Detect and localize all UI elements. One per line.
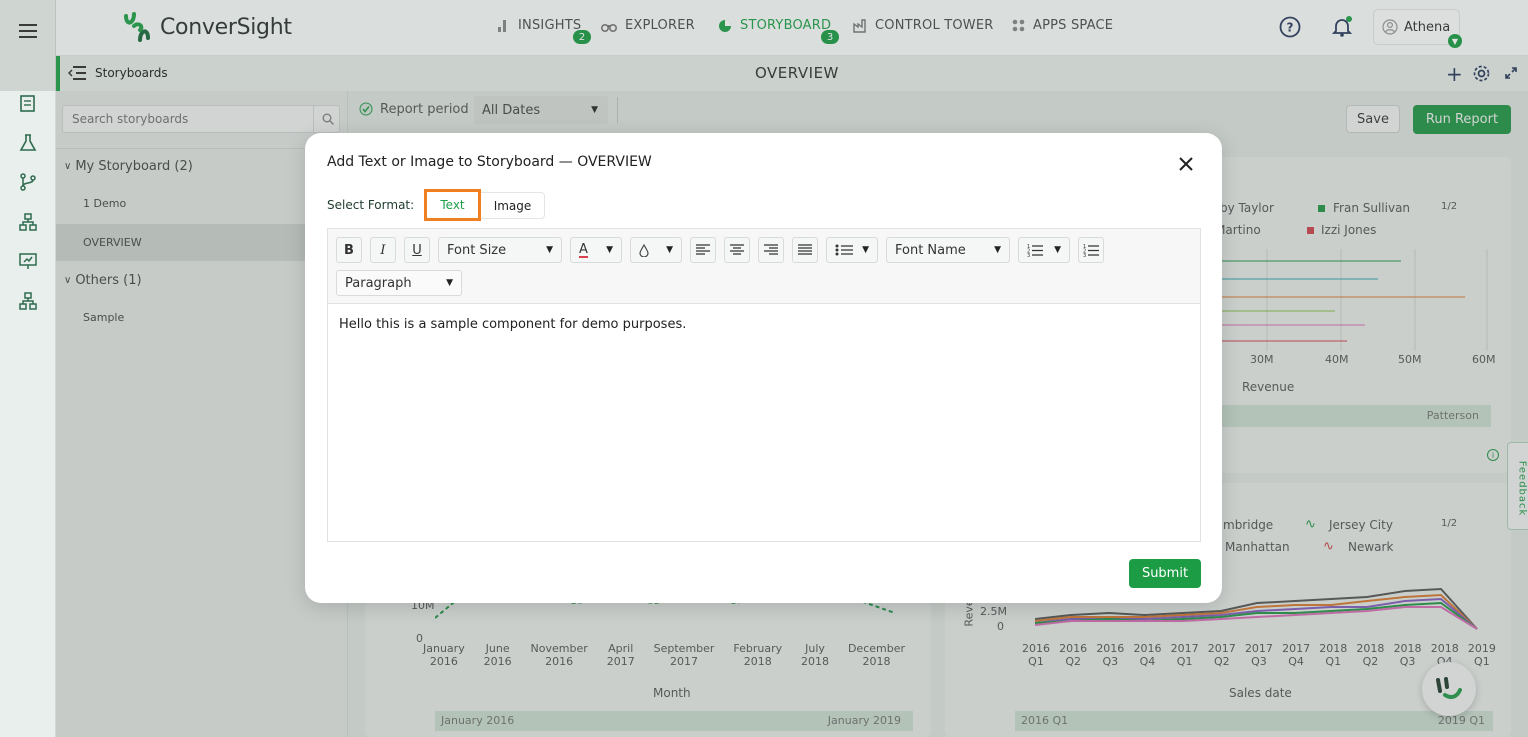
indent-list-button[interactable]: 123 <box>1078 237 1104 263</box>
modal-title: Add Text or Image to Storyboard — OVERVI… <box>327 154 652 170</box>
droplet-icon <box>639 243 649 257</box>
modal-backdrop-top <box>0 0 1528 91</box>
caret-down-icon: ▼ <box>606 245 613 255</box>
font-color-icon: A <box>579 241 588 258</box>
rich-text-editor: B I U Font Size ▼ A ▼ ▼ ▼ Font Name ▼ 1 … <box>327 228 1201 542</box>
submit-button[interactable]: Submit <box>1129 559 1201 588</box>
paragraph-format-select[interactable]: Paragraph ▼ <box>336 270 462 296</box>
italic-button[interactable]: I <box>370 237 396 263</box>
tab-image[interactable]: Image <box>481 192 545 219</box>
add-text-image-modal: Add Text or Image to Storyboard — OVERVI… <box>305 133 1222 603</box>
insights-icon[interactable] <box>16 92 40 116</box>
editor-toolbar: B I U Font Size ▼ A ▼ ▼ ▼ Font Name ▼ 1 … <box>328 229 1200 304</box>
align-right-button[interactable] <box>758 237 784 263</box>
svg-text:3: 3 <box>1083 253 1086 257</box>
editor-content[interactable]: Hello this is a sample component for dem… <box>339 317 686 332</box>
font-color-select[interactable]: A ▼ <box>570 237 622 263</box>
underline-button[interactable]: U <box>404 237 430 263</box>
align-left-button[interactable] <box>690 237 716 263</box>
font-size-label: Font Size <box>447 242 507 258</box>
bullet-list-icon <box>835 244 853 256</box>
caret-down-icon: ▼ <box>994 245 1001 255</box>
branch-icon[interactable] <box>16 170 40 194</box>
caret-down-icon: ▼ <box>666 245 673 255</box>
bullet-list-select[interactable]: ▼ <box>826 237 878 263</box>
caret-down-icon: ▼ <box>862 245 869 255</box>
ordered-list-icon: 123 <box>1083 244 1099 257</box>
format-label: Select Format: <box>327 198 415 212</box>
flask-icon[interactable] <box>16 131 40 155</box>
left-rail <box>0 0 56 737</box>
presentation-icon[interactable] <box>16 249 40 273</box>
font-name-select[interactable]: Font Name ▼ <box>886 237 1010 263</box>
highlight-color-select[interactable]: ▼ <box>630 237 682 263</box>
caret-down-icon: ▼ <box>446 278 453 288</box>
align-left-icon <box>696 244 710 255</box>
hierarchy-icon[interactable] <box>16 210 40 234</box>
align-center-button[interactable] <box>724 237 750 263</box>
font-name-label: Font Name <box>895 242 966 258</box>
paragraph-label: Paragraph <box>345 275 412 291</box>
justify-button[interactable] <box>792 237 818 263</box>
align-center-icon <box>730 244 744 255</box>
tab-text[interactable]: Text <box>424 189 481 221</box>
numbered-list-icon: 123 <box>1027 244 1043 257</box>
svg-text:3: 3 <box>1027 253 1030 257</box>
font-size-select[interactable]: Font Size ▼ <box>438 237 562 263</box>
bold-button[interactable]: B <box>336 237 362 263</box>
align-right-icon <box>764 244 778 255</box>
org-chart-icon[interactable] <box>16 289 40 313</box>
justify-icon <box>798 244 812 255</box>
caret-down-icon: ▼ <box>1054 245 1061 255</box>
caret-down-icon: ▼ <box>546 245 553 255</box>
numbered-list-select[interactable]: 123 ▼ <box>1018 237 1070 263</box>
close-icon[interactable] <box>1179 157 1193 175</box>
